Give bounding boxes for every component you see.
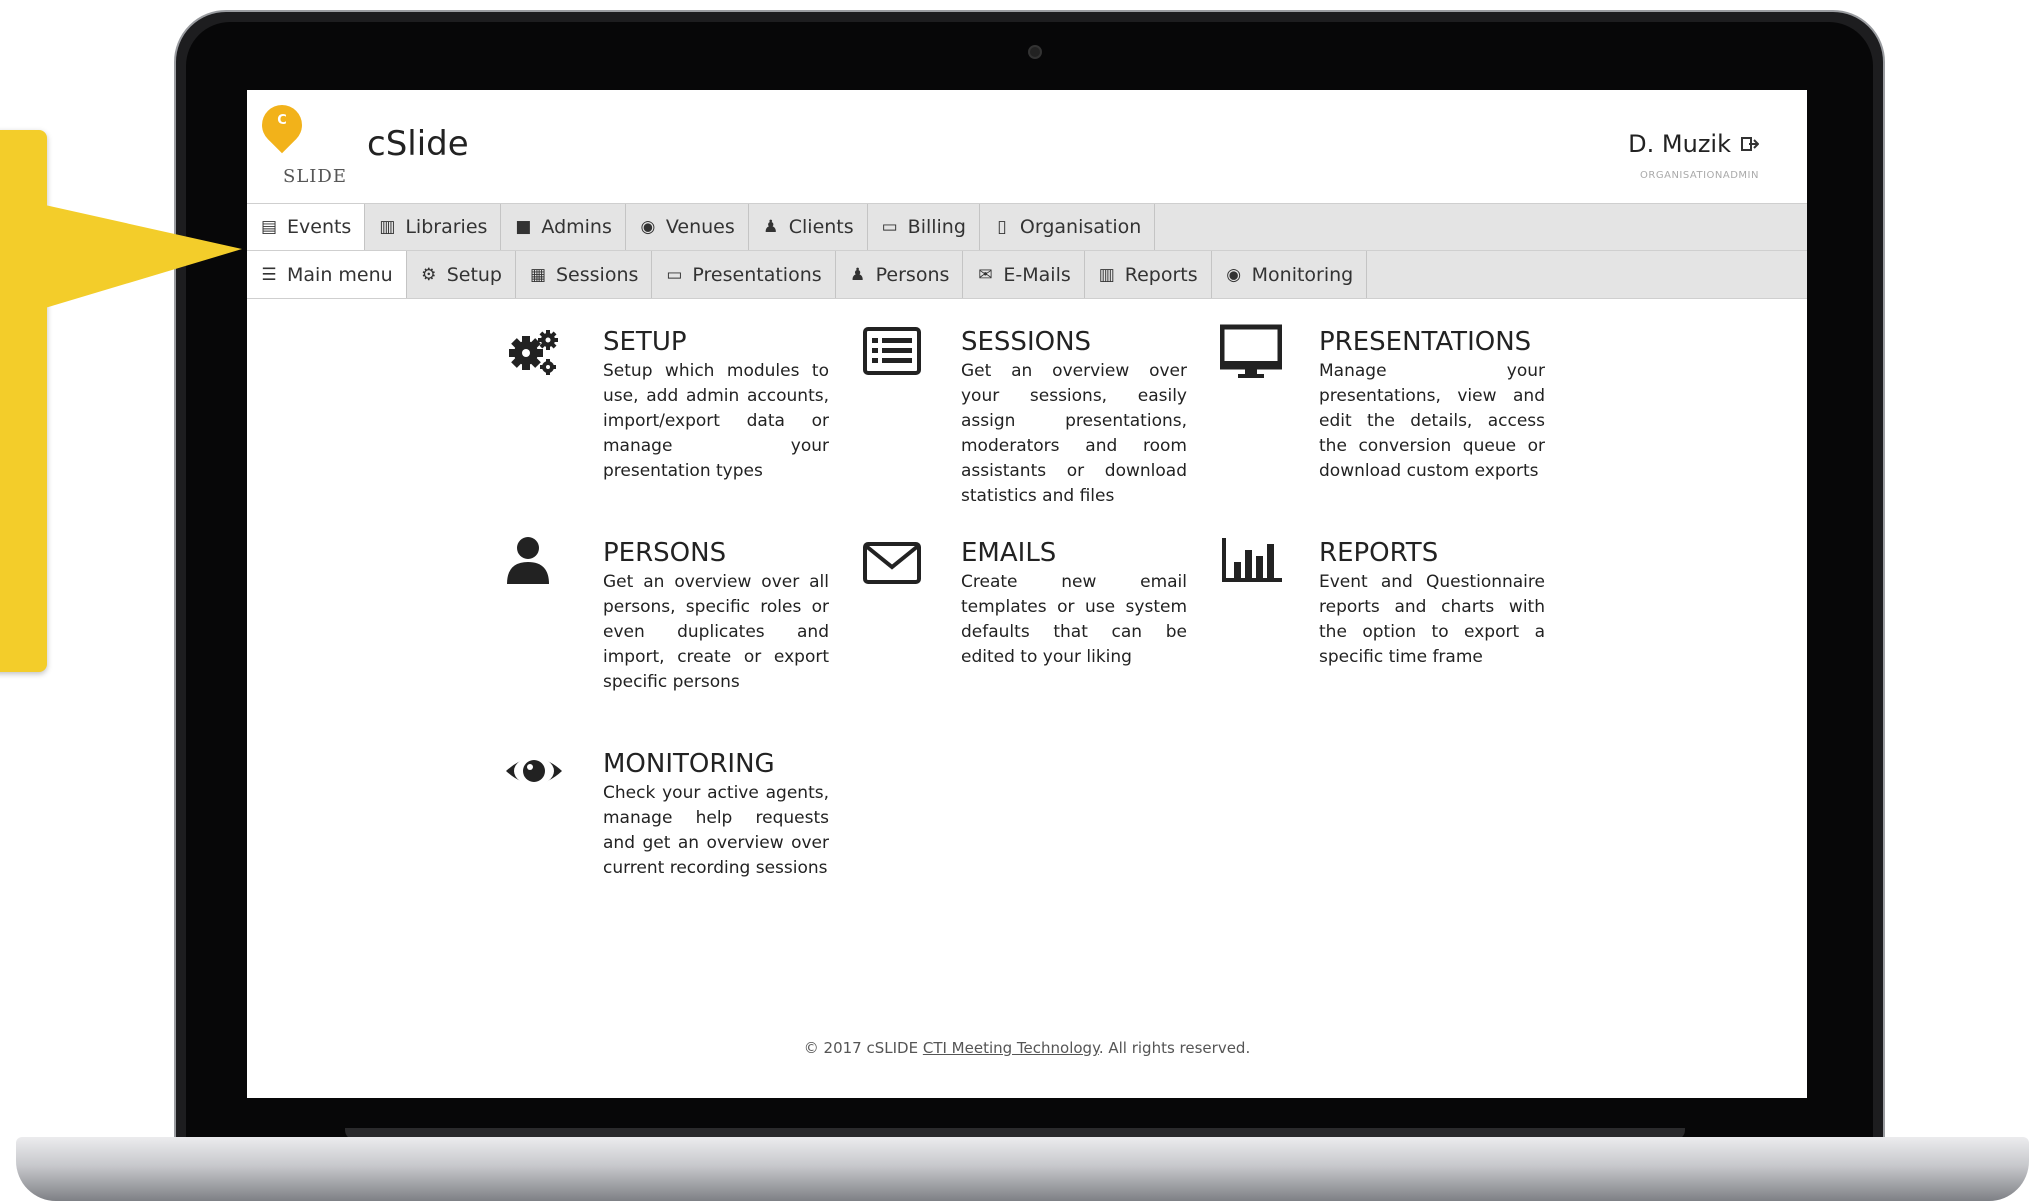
tab-label: Presentations: [692, 263, 822, 286]
list-icon: [863, 327, 921, 375]
card-description: Manage your presentations, view and edit…: [1319, 361, 1545, 481]
tab-label: Admins: [541, 216, 612, 238]
user-icon: [507, 537, 549, 584]
main-menu-content: SETUP Setup which modules to use, add ad…: [247, 299, 1807, 1098]
tab-clients[interactable]: ♟ Clients: [749, 204, 868, 250]
tab-label: Libraries: [405, 216, 488, 238]
tab-label: Organisation: [1019, 216, 1142, 238]
card-description: Check your active agents, manage help re…: [603, 783, 829, 878]
envelope-icon: [863, 542, 921, 584]
monitor-icon: [1220, 324, 1282, 378]
footer-company-link[interactable]: CTI Meeting Technology: [923, 1039, 1099, 1057]
bar-chart-icon: [1222, 538, 1282, 582]
user-menu[interactable]: D. Muzik: [1628, 130, 1759, 158]
monitor-icon: ▭: [666, 264, 683, 285]
tab-setup[interactable]: ⚙ Setup: [407, 251, 516, 298]
callout-box: [0, 130, 47, 672]
card-title: EMAILS: [961, 538, 1057, 568]
card-title: PERSONS: [603, 538, 727, 568]
card-description: Get an overview over your sessions, easi…: [961, 361, 1187, 506]
card-title: SESSIONS: [961, 327, 1092, 357]
bar-chart-icon: ▥: [1098, 264, 1115, 285]
card-description: Create new email templates or use system…: [961, 572, 1187, 667]
logo-letter: C: [277, 113, 287, 128]
tab-label: E-Mails: [1003, 263, 1071, 286]
tab-label: Reports: [1124, 263, 1198, 286]
card-description: Get an overview over all persons, specif…: [603, 572, 829, 692]
footer: © 2017 cSLIDE CTI Meeting Technology. Al…: [247, 1039, 1807, 1057]
tab-organisation[interactable]: ▯ Organisation: [980, 204, 1156, 250]
footer-copyright: © 2017 cSLIDE: [803, 1039, 919, 1057]
tab-label: Venues: [665, 216, 735, 238]
tab-label: Monitoring: [1251, 263, 1354, 286]
card-title: SETUP: [603, 327, 687, 357]
app-title: cSlide: [367, 124, 469, 164]
book-icon: ▥: [379, 217, 396, 237]
app-screen: C SLIDE cSlide D. Muzik ORGANISATIONADMI…: [247, 90, 1807, 1098]
tab-billing[interactable]: ▭ Billing: [868, 204, 980, 250]
tab-admins[interactable]: ■ Admins: [501, 204, 626, 250]
tab-label: Clients: [788, 216, 854, 238]
camera-icon: [1028, 45, 1042, 59]
logout-icon[interactable]: [1741, 135, 1759, 153]
user-icon: ♟: [850, 264, 866, 285]
card-description: Setup which modules to use, add admin ac…: [603, 361, 829, 481]
tab-main-menu[interactable]: ☰ Main menu: [247, 251, 407, 298]
list-icon: ▦: [529, 264, 547, 285]
eye-icon: ◉: [1226, 264, 1242, 285]
envelope-icon: ✉: [978, 264, 993, 285]
card-title: REPORTS: [1319, 538, 1439, 568]
tab-monitoring[interactable]: ◉ Monitoring: [1212, 251, 1368, 298]
tab-persons[interactable]: ♟ Persons: [836, 251, 964, 298]
lock-icon: ■: [515, 217, 532, 237]
tab-label: Events: [287, 216, 352, 238]
footer-rights: . All rights reserved.: [1098, 1039, 1251, 1057]
eye-icon: [506, 757, 562, 785]
tab-label: Persons: [875, 263, 950, 286]
map-marker-icon: ◉: [640, 217, 656, 237]
building-icon: ▯: [997, 217, 1007, 237]
user-role: ORGANISATIONADMIN: [1640, 170, 1759, 181]
tab-events[interactable]: ▤ Events: [247, 204, 366, 250]
tab-label: Billing: [907, 216, 966, 238]
card-title: PRESENTATIONS: [1319, 327, 1532, 357]
calendar-icon: ▤: [260, 217, 278, 237]
app-header: C SLIDE cSlide D. Muzik ORGANISATIONADMI…: [247, 90, 1807, 203]
secondary-nav: ☰ Main menu ⚙ Setup ▦ Sessions ▭ Presentatio…: [247, 251, 1807, 299]
cogs-icon: ⚙: [421, 264, 437, 285]
tab-e-mails[interactable]: ✉ E-Mails: [963, 251, 1085, 298]
tab-venues[interactable]: ◉ Venues: [626, 204, 749, 250]
logo-text: SLIDE: [283, 166, 347, 187]
tab-libraries[interactable]: ▥ Libraries: [365, 204, 502, 250]
tab-label: Setup: [446, 263, 502, 286]
logo[interactable]: C: [253, 96, 311, 163]
menu-icon: ☰: [261, 264, 277, 285]
tab-sessions[interactable]: ▦ Sessions: [516, 251, 653, 298]
user-tie-icon: ♟: [763, 217, 779, 237]
tab-label: Main menu: [287, 263, 393, 286]
tab-presentations[interactable]: ▭ Presentations: [652, 251, 836, 298]
primary-nav: ▤ Events ▥ Libraries ■ Admins ◉ Venues ♟ Clie…: [247, 203, 1807, 251]
card-description: Event and Questionnaire reports and char…: [1319, 572, 1545, 667]
user-name: D. Muzik: [1628, 130, 1731, 158]
credit-card-icon: ▭: [881, 217, 898, 237]
tab-reports[interactable]: ▥ Reports: [1085, 251, 1212, 298]
card-title: MONITORING: [603, 749, 775, 779]
laptop-base: [16, 1137, 2029, 1201]
tab-label: Sessions: [556, 263, 639, 286]
cogs-icon: [509, 330, 558, 375]
